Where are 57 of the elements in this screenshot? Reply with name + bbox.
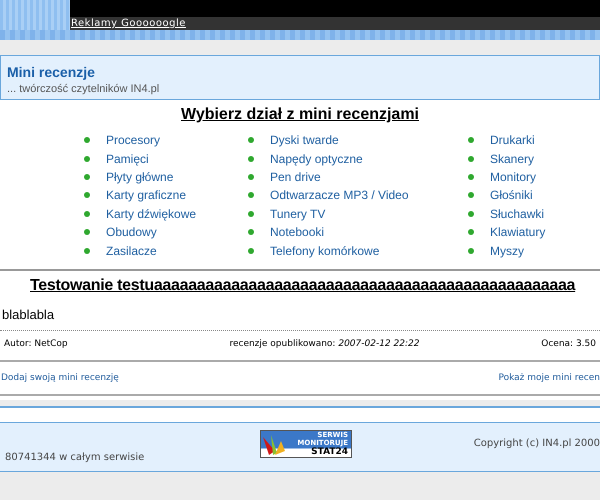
bullet-icon xyxy=(84,229,90,236)
bullet-icon xyxy=(248,174,254,180)
rating-label: Ocena: 3.50 xyxy=(541,339,596,351)
page-title: Mini recenzje xyxy=(7,64,96,80)
bullet-icon xyxy=(84,210,90,217)
review-text: blablabla xyxy=(2,307,56,322)
category-link[interactable]: Obudowy xyxy=(106,225,157,240)
category-link[interactable]: Procesory xyxy=(106,133,160,148)
bullet-icon xyxy=(248,229,254,236)
bullet-icon xyxy=(468,192,474,198)
page-subtitle: ... twórczość czytelników IN4.pl xyxy=(7,83,160,95)
bullet-icon xyxy=(84,137,90,144)
category-link[interactable]: Karty dźwiękowe xyxy=(106,206,196,221)
category-link[interactable]: Pen drive xyxy=(270,170,321,184)
bullet-icon xyxy=(248,156,254,162)
category-link[interactable]: Myszy xyxy=(490,244,524,258)
review-title: Testowanie testuaaaaaaaaaaaaaaaaaaaaaaaaaaaaaaaaaaaaaaaaaaaaaaaaa xyxy=(30,277,576,295)
bullet-icon xyxy=(468,248,474,254)
bullet-icon xyxy=(248,192,254,198)
category-link[interactable]: Tunery TV xyxy=(270,206,326,221)
category-link[interactable]: Drukarki xyxy=(490,133,535,148)
category-link[interactable]: Odtwarzacze MP3 / Video xyxy=(270,188,409,202)
category-link[interactable]: Pamięci xyxy=(106,152,149,166)
bullet-icon xyxy=(468,229,474,236)
ads-link[interactable]: Reklamy Goooooogle xyxy=(71,18,186,29)
bullet-icon xyxy=(248,248,254,254)
bullet-icon xyxy=(84,248,90,254)
category-link[interactable]: Monitory xyxy=(490,170,536,184)
category-link[interactable]: Zasilacze xyxy=(106,244,157,258)
bullet-icon xyxy=(468,210,474,217)
author-label: Autor: NetCop xyxy=(4,339,68,351)
bullet-icon xyxy=(248,137,254,144)
bullet-icon xyxy=(84,192,90,198)
bullet-icon xyxy=(84,156,90,162)
visit-counter: 80741344 w całym serwisie xyxy=(5,452,146,462)
copyright-text: Copyright (c) IN4.pl 2000 xyxy=(474,438,600,448)
banner-pattern xyxy=(0,0,70,30)
section-heading: Wybierz dział z mini recenzjami xyxy=(181,106,419,124)
category-link[interactable]: Głośniki xyxy=(490,188,533,202)
published-label: recenzje opublikowano: xyxy=(229,339,336,349)
add-review-link[interactable]: Dodaj swoją mini recenzję xyxy=(1,373,119,383)
bullet-icon xyxy=(248,210,254,217)
category-link[interactable]: Klawiatury xyxy=(490,225,546,240)
bullet-icon xyxy=(468,156,474,162)
category-link[interactable]: Telefony komórkowe xyxy=(270,244,380,258)
bullet-icon xyxy=(468,137,474,144)
my-reviews-link[interactable]: Pokaż moje mini recen xyxy=(498,373,600,383)
category-link[interactable]: Słuchawki xyxy=(490,206,544,221)
category-link[interactable]: Karty graficzne xyxy=(106,188,186,202)
bullet-icon xyxy=(468,174,474,180)
category-link[interactable]: Płyty główne xyxy=(106,170,174,184)
bullet-icon xyxy=(84,174,90,180)
category-link[interactable]: Dyski twarde xyxy=(270,133,339,148)
category-link[interactable]: Skanery xyxy=(490,152,534,166)
published-date: 2007-02-12 22:22 xyxy=(338,339,420,349)
category-link[interactable]: Notebooki xyxy=(270,225,324,240)
category-link[interactable]: Napędy optyczne xyxy=(270,152,363,166)
